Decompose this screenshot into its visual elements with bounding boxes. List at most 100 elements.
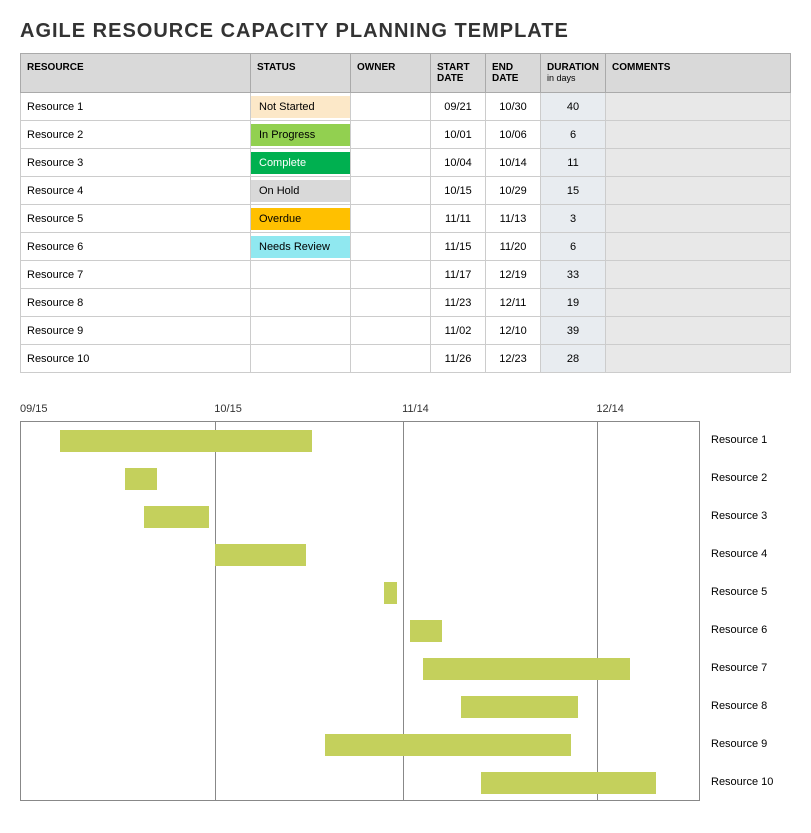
cell-duration: 39 [541, 317, 606, 345]
cell-end: 12/10 [486, 317, 541, 345]
cell-duration: 19 [541, 289, 606, 317]
cell-end: 12/11 [486, 289, 541, 317]
cell-owner [351, 121, 431, 149]
cell-owner [351, 205, 431, 233]
timeline-tick: 09/15 [20, 403, 48, 415]
gantt-body: Resource 1Resource 2Resource 3Resource 4… [20, 421, 700, 801]
header-resource: RESOURCE [21, 54, 251, 93]
status-badge: Overdue [251, 208, 350, 230]
cell-resource: Resource 10 [21, 345, 251, 373]
status-badge: Complete [251, 152, 350, 174]
cell-duration: 15 [541, 177, 606, 205]
gantt-row: Resource 3 [21, 504, 699, 530]
table-row: Resource 5Overdue11/1111/133 [21, 205, 791, 233]
cell-resource: Resource 1 [21, 93, 251, 121]
gantt-bar-label: Resource 1 [711, 434, 767, 446]
gantt-bar-label: Resource 5 [711, 586, 767, 598]
gantt-row: Resource 4 [21, 542, 699, 568]
gantt-row: Resource 9 [21, 732, 699, 758]
gantt-bar [215, 544, 306, 566]
gantt-bar [461, 696, 578, 718]
cell-owner [351, 317, 431, 345]
gantt-row: Resource 1 [21, 428, 699, 454]
gantt-bar [410, 620, 442, 642]
cell-end: 10/06 [486, 121, 541, 149]
header-owner: OWNER [351, 54, 431, 93]
cell-start: 11/26 [431, 345, 486, 373]
timeline-tick: 12/14 [596, 403, 624, 415]
gantt-row: Resource 10 [21, 770, 699, 796]
table-row: Resource 1Not Started09/2110/3040 [21, 93, 791, 121]
cell-resource: Resource 8 [21, 289, 251, 317]
cell-start: 11/15 [431, 233, 486, 261]
cell-duration: 28 [541, 345, 606, 373]
cell-end: 11/20 [486, 233, 541, 261]
gantt-bar-label: Resource 2 [711, 472, 767, 484]
cell-end: 12/19 [486, 261, 541, 289]
gantt-bar [384, 582, 397, 604]
cell-status: Overdue [251, 205, 351, 233]
cell-duration: 11 [541, 149, 606, 177]
table-row: Resource 6Needs Review11/1511/206 [21, 233, 791, 261]
cell-status: Needs Review [251, 233, 351, 261]
cell-comments [606, 289, 791, 317]
table-header-row: RESOURCE STATUS OWNER START DATE END DAT… [21, 54, 791, 93]
cell-owner [351, 261, 431, 289]
cell-status [251, 289, 351, 317]
gantt-bar-label: Resource 6 [711, 624, 767, 636]
table-row: Resource 3Complete10/0410/1411 [21, 149, 791, 177]
gantt-bar-label: Resource 8 [711, 700, 767, 712]
cell-status [251, 261, 351, 289]
header-status: STATUS [251, 54, 351, 93]
cell-resource: Resource 3 [21, 149, 251, 177]
cell-resource: Resource 2 [21, 121, 251, 149]
cell-owner [351, 177, 431, 205]
header-comments: COMMENTS [606, 54, 791, 93]
gantt-bar [423, 658, 630, 680]
cell-duration: 33 [541, 261, 606, 289]
table-row: Resource 1011/2612/2328 [21, 345, 791, 373]
cell-status [251, 345, 351, 373]
cell-resource: Resource 7 [21, 261, 251, 289]
gantt-row: Resource 6 [21, 618, 699, 644]
cell-resource: Resource 5 [21, 205, 251, 233]
cell-resource: Resource 6 [21, 233, 251, 261]
table-row: Resource 8 11/2312/1119 [21, 289, 791, 317]
cell-owner [351, 289, 431, 317]
gantt-bar [60, 430, 313, 452]
gantt-chart: 09/1510/1511/1412/14 Resource 1Resource … [20, 403, 791, 813]
cell-comments [606, 233, 791, 261]
cell-status: In Progress [251, 121, 351, 149]
gantt-bar-label: Resource 4 [711, 548, 767, 560]
cell-start: 11/02 [431, 317, 486, 345]
cell-status: Not Started [251, 93, 351, 121]
header-duration: DURATIONin days [541, 54, 606, 93]
cell-end: 11/13 [486, 205, 541, 233]
status-badge: Not Started [251, 96, 350, 118]
resource-table: RESOURCE STATUS OWNER START DATE END DAT… [20, 53, 791, 373]
cell-resource: Resource 4 [21, 177, 251, 205]
cell-end: 10/30 [486, 93, 541, 121]
cell-status: Complete [251, 149, 351, 177]
cell-comments [606, 317, 791, 345]
cell-start: 11/11 [431, 205, 486, 233]
cell-comments [606, 93, 791, 121]
gantt-row: Resource 5 [21, 580, 699, 606]
table-row: Resource 9 11/0212/1039 [21, 317, 791, 345]
cell-start: 10/01 [431, 121, 486, 149]
gantt-bar-label: Resource 3 [711, 510, 767, 522]
timeline-tick: 11/14 [402, 403, 429, 415]
gantt-bar [125, 468, 157, 490]
gantt-bar [325, 734, 571, 756]
cell-owner [351, 149, 431, 177]
cell-duration: 6 [541, 121, 606, 149]
cell-resource: Resource 9 [21, 317, 251, 345]
status-badge: Needs Review [251, 236, 350, 258]
table-row: Resource 711/1712/1933 [21, 261, 791, 289]
cell-start: 11/23 [431, 289, 486, 317]
status-badge: In Progress [251, 124, 350, 146]
gantt-row: Resource 7 [21, 656, 699, 682]
cell-start: 10/15 [431, 177, 486, 205]
cell-start: 09/21 [431, 93, 486, 121]
gantt-row: Resource 8 [21, 694, 699, 720]
